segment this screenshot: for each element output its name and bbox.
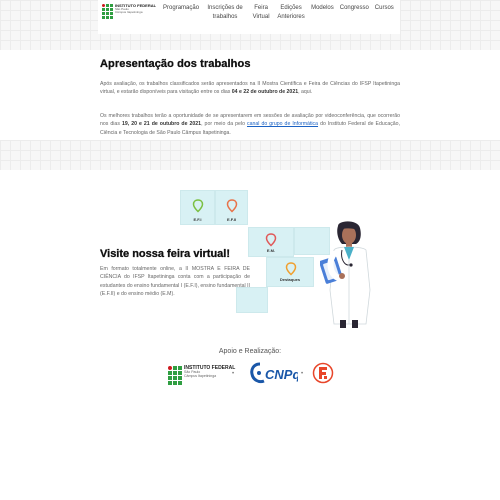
informatica-channel-link[interactable]: canal do grupo de Informática [247,121,318,127]
logo-separator-dot: • [232,371,235,377]
nav-programacao[interactable]: Programação [160,0,202,13]
card-efii[interactable]: E.F.II [215,190,248,225]
support-title: Apoio e Realização: [218,348,282,355]
logo-separator-dot: • [301,371,304,377]
presentation-title: Apresentação dos trabalhos [100,58,251,70]
virtual-fair-section: E.F.I E.F.II E.M. Destaques Visite nossa… [0,170,500,340]
ifsp-footer-logo[interactable]: INSTITUTO FEDERAL São Paulo Câmpus Itape… [168,365,235,385]
virtual-fair-title: Visite nossa feira virtual! [100,248,231,260]
map-pin-icon [192,199,204,213]
navbar: INSTITUTO FEDERAL São Paulo Câmpus Itape… [98,0,400,34]
cnpq-logo[interactable]: CNPq [250,362,298,384]
site-header: INSTITUTO FEDERAL São Paulo Câmpus Itape… [0,0,500,50]
ifsp-logo[interactable]: INSTITUTO FEDERAL São Paulo Câmpus Itape… [102,3,156,19]
card-em[interactable]: E.M. [248,227,294,257]
logo-line-3: Câmpus Itapetininga [115,10,143,15]
presentation-paragraph-1: Após avaliação, os trabalhos classificad… [100,81,400,96]
cnpq-logo-text: CNPq [265,367,298,382]
event-logo-icon[interactable] [312,362,334,384]
footer-logo-line-3: Câmpus Itapetininga [184,373,217,378]
nav-modelos[interactable]: Modelos [308,0,337,13]
ifsp-logo-mark-icon [168,366,182,385]
card-destaques-label: Destaques [279,277,301,282]
card-em-label: E.M. [266,248,276,253]
map-pin-icon [265,233,277,247]
nav-congresso[interactable]: Congresso [337,0,372,13]
section-divider [0,140,500,170]
map-pin-icon [285,262,297,276]
card-efi[interactable]: E.F.I [180,190,215,225]
nav-inscricoes[interactable]: Inscrições de trabalhos [202,0,248,22]
doctor-illustration [320,221,371,328]
card-efi-label: E.F.I [193,217,202,222]
map-pin-icon [226,199,238,213]
nav-menu: Programação Inscrições de trabalhos Feir… [160,0,397,22]
support-section: Apoio e Realização: INSTITUTO FEDERAL Sã… [0,340,500,500]
ifsp-logo-mark-icon [102,4,113,19]
nav-feira-virtual[interactable]: Feira Virtual [248,0,274,22]
virtual-fair-text: Em formato totalmente online, a II MOSTR… [100,266,250,298]
presentation-section: Apresentação dos trabalhos Após avaliaçã… [0,50,500,140]
card-efii-label: E.F.II [226,217,237,222]
nav-edicoes-anteriores[interactable]: Edições Anteriores [274,0,308,22]
card-destaques[interactable]: Destaques [266,257,314,287]
presentation-paragraph-2: Os melhores trabalhos terão a oportunida… [100,113,401,136]
nav-cursos[interactable]: Cursos [372,0,397,13]
